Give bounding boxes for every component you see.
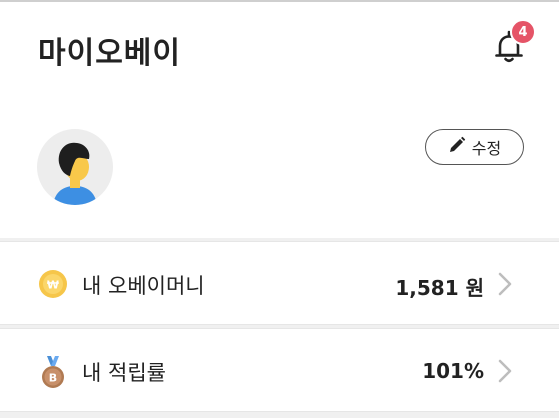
reward-rate-label: 내 적립률 bbox=[82, 361, 166, 385]
svg-text:B: B bbox=[49, 372, 57, 385]
my-reward-rate-row[interactable]: B 내 적립률 101% bbox=[0, 328, 559, 412]
edit-label: 수정 bbox=[471, 139, 502, 158]
won-coin-icon: ₩ bbox=[38, 269, 68, 299]
chevron-right-icon bbox=[495, 358, 515, 384]
reward-rate-value: 101% bbox=[422, 359, 484, 383]
edit-profile-button[interactable]: 수정 bbox=[425, 129, 524, 165]
profile-section: 마이오베이 4 수정 bbox=[0, 0, 559, 238]
notification-badge: 4 bbox=[510, 19, 536, 45]
svg-text:₩: ₩ bbox=[47, 279, 59, 292]
bronze-medal-icon: B bbox=[38, 356, 68, 388]
pencil-icon bbox=[448, 136, 466, 158]
money-label: 내 오베이머니 bbox=[82, 274, 205, 298]
page-title: 마이오베이 bbox=[38, 36, 181, 71]
money-value: 1,581 원 bbox=[395, 276, 484, 300]
my-obey-page: 마이오베이 4 수정 ₩ 내 오베이머니 1,581 원 B 내 적립률 101… bbox=[0, 0, 559, 418]
chevron-right-icon bbox=[495, 271, 515, 297]
my-obey-money-row[interactable]: ₩ 내 오베이머니 1,581 원 bbox=[0, 241, 559, 325]
avatar[interactable] bbox=[37, 129, 113, 205]
